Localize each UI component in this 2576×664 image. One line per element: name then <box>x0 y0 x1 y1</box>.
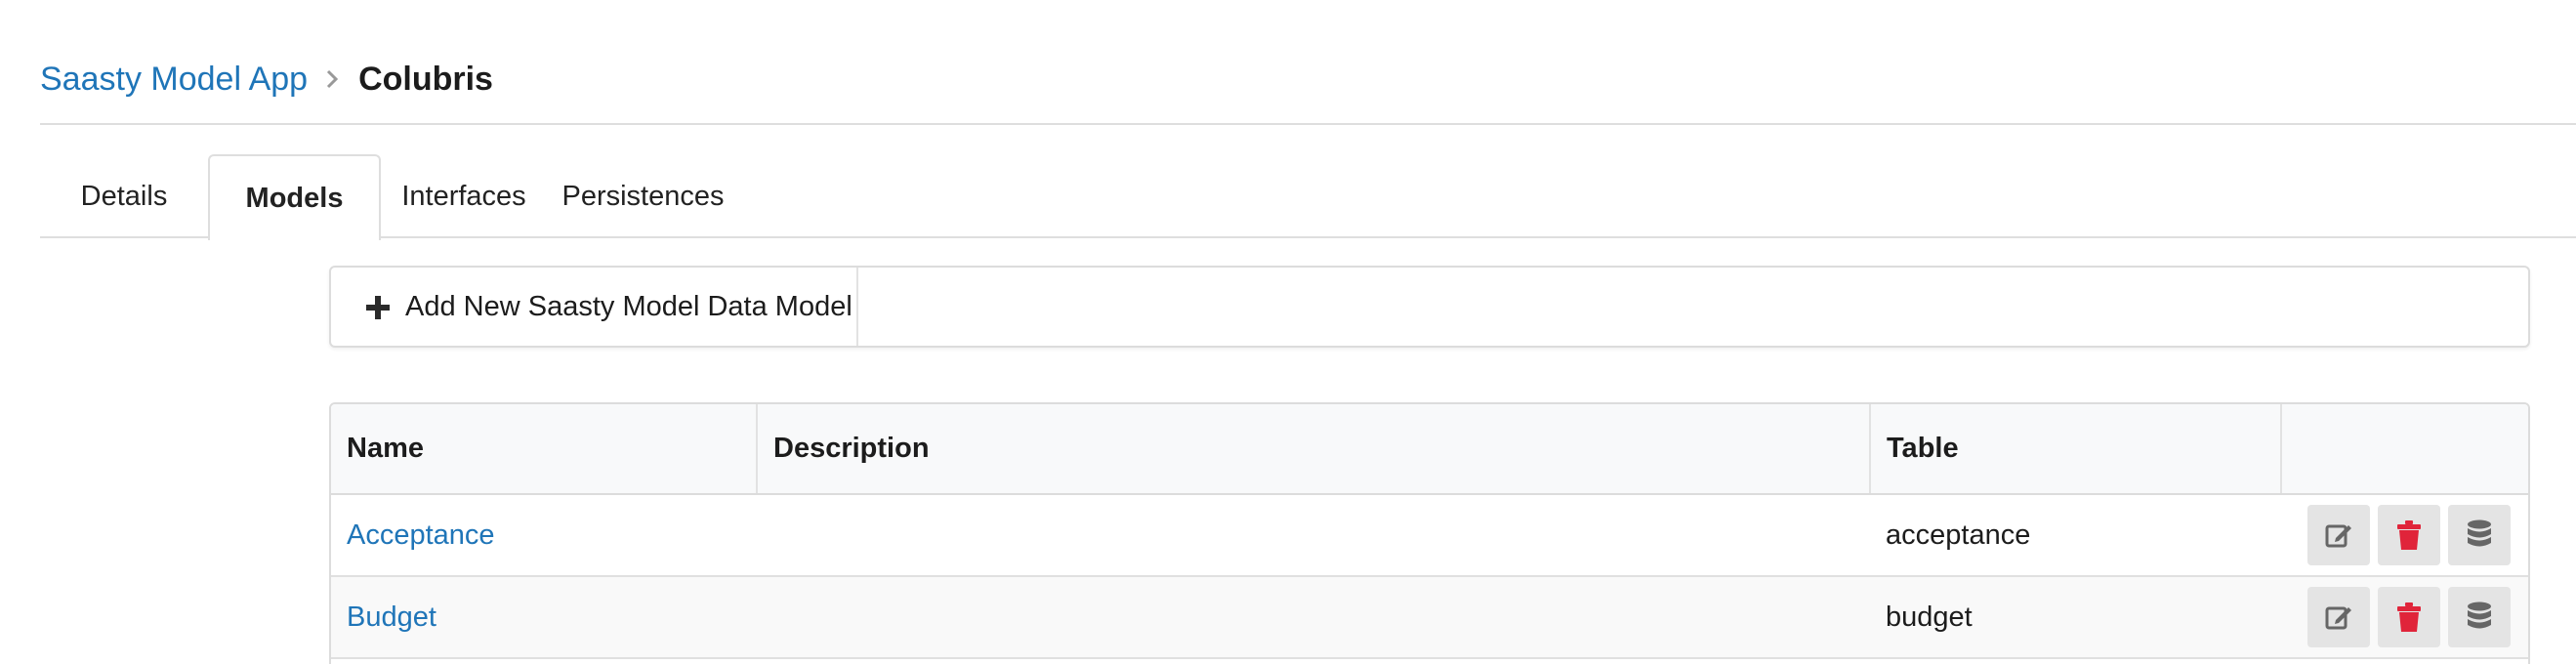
cell-description <box>757 494 1870 576</box>
cell-name: Acceptance <box>331 494 757 576</box>
cell-description <box>757 576 1870 658</box>
model-name-link[interactable]: Acceptance <box>347 519 495 551</box>
edit-button[interactable] <box>2307 505 2370 565</box>
delete-button[interactable] <box>2378 505 2440 565</box>
model-name-link[interactable]: Budget <box>347 602 436 633</box>
tab-persistences[interactable]: Persistences <box>547 154 739 238</box>
table-row: Budget budget <box>331 576 2528 658</box>
chevron-right-icon <box>325 68 339 90</box>
table-row: Acceptance acceptance <box>331 494 2528 576</box>
breadcrumb: Saasty Model App Colubris <box>40 57 493 102</box>
cell-actions <box>2281 576 2528 658</box>
model-toolbar: Add New Saasty Model Data Model <box>329 266 2530 348</box>
plus-icon <box>366 295 390 319</box>
edit-icon <box>2325 606 2351 630</box>
breadcrumb-parent-link[interactable]: Saasty Model App <box>40 61 308 99</box>
cell-table: acceptance <box>1886 519 2031 551</box>
trash-icon <box>2397 520 2421 550</box>
add-data-model-label: Add New Saasty Model Data Model <box>405 290 852 322</box>
tab-details[interactable]: Details <box>40 154 208 238</box>
tab-interfaces[interactable]: Interfaces <box>381 154 547 238</box>
column-header-actions <box>2281 404 2528 495</box>
add-data-model-button[interactable]: Add New Saasty Model Data Model <box>331 268 858 346</box>
models-table-container: Name Description Table Acceptance accept… <box>329 402 2530 664</box>
header-divider <box>40 123 2576 125</box>
column-header-name[interactable]: Name <box>331 404 758 495</box>
trash-icon <box>2397 602 2421 632</box>
database-icon <box>2468 602 2491 629</box>
column-header-table[interactable]: Table <box>1870 404 2282 495</box>
delete-button[interactable] <box>2378 587 2440 647</box>
page-title: Colubris <box>358 60 493 98</box>
cell-table: budget <box>1886 601 1973 633</box>
persistence-button[interactable] <box>2448 587 2511 647</box>
models-table: Name Description Table Acceptance accept… <box>331 404 2528 659</box>
tab-bar: Details Models Interfaces Persistences <box>40 154 2576 240</box>
tab-models[interactable]: Models <box>208 154 381 240</box>
table-header-row: Name Description Table <box>331 404 2528 495</box>
cell-actions <box>2281 494 2528 576</box>
cell-name: Budget <box>331 576 757 658</box>
persistence-button[interactable] <box>2448 505 2511 565</box>
database-icon <box>2468 519 2491 547</box>
edit-button[interactable] <box>2307 587 2370 647</box>
column-header-description[interactable]: Description <box>757 404 1871 495</box>
edit-icon <box>2325 524 2351 548</box>
